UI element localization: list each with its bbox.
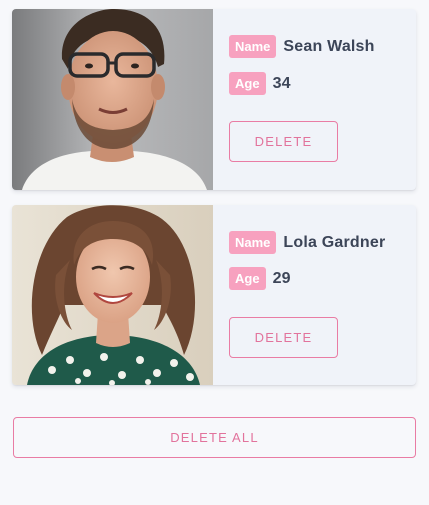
age-value: 34: [272, 74, 291, 92]
age-row: Age 34: [229, 72, 291, 95]
delete-button[interactable]: DELETE: [229, 317, 338, 358]
name-tag: Name: [229, 35, 277, 58]
age-tag: Age: [229, 72, 266, 95]
name-value: Sean Walsh: [283, 37, 375, 55]
delete-button[interactable]: DELETE: [229, 121, 338, 162]
name-tag: Name: [229, 231, 277, 254]
profile-card: Name Lola Gardner Age 29 DELETE: [12, 205, 416, 385]
name-value: Lola Gardner: [283, 233, 386, 251]
profile-info: Name Lola Gardner Age 29 DELETE: [229, 205, 416, 385]
age-value: 29: [272, 269, 291, 287]
name-row: Name Lola Gardner: [229, 231, 385, 254]
age-row: Age 29: [229, 267, 291, 290]
profile-photo: [12, 205, 213, 385]
man-with-glasses-photo: [12, 9, 213, 190]
name-row: Name Sean Walsh: [229, 35, 375, 58]
age-tag: Age: [229, 267, 266, 290]
profile-info: Name Sean Walsh Age 34 DELETE: [229, 9, 416, 190]
profile-photo: [12, 9, 213, 190]
profile-list-page: Name Sean Walsh Age 34 DELETE Name Lola …: [0, 0, 429, 505]
profile-card: Name Sean Walsh Age 34 DELETE: [12, 9, 416, 190]
delete-all-button[interactable]: DELETE ALL: [13, 417, 416, 458]
smiling-woman-photo: [12, 205, 213, 385]
